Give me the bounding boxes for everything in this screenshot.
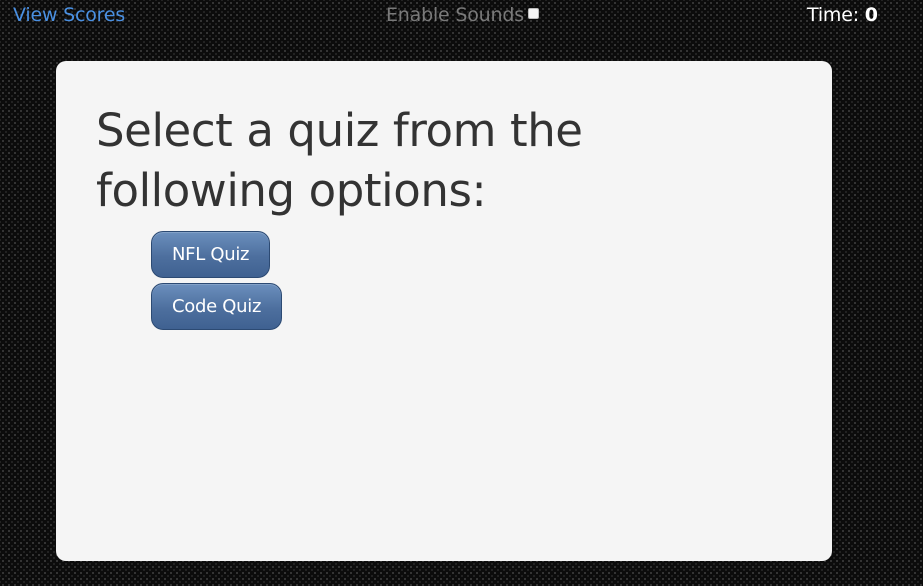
quiz-selection-card: Select a quiz from the following options…: [56, 61, 832, 561]
timer-label: Time:: [807, 4, 859, 26]
quiz-options-list: NFL Quiz Code Quiz: [151, 231, 283, 335]
enable-sounds-label: Enable Sounds: [386, 4, 524, 26]
page-title: Select a quiz from the following options…: [96, 104, 583, 217]
top-bar: View Scores Enable Sounds Time: 0: [0, 0, 923, 32]
timer-value: 0: [864, 4, 878, 26]
view-scores-link[interactable]: View Scores: [13, 4, 125, 26]
timer: Time: 0: [807, 4, 878, 26]
code-quiz-button[interactable]: Code Quiz: [151, 283, 283, 330]
enable-sounds-control: Enable Sounds: [386, 4, 539, 26]
enable-sounds-checkbox[interactable]: [527, 8, 539, 19]
nfl-quiz-button[interactable]: NFL Quiz: [151, 231, 271, 278]
